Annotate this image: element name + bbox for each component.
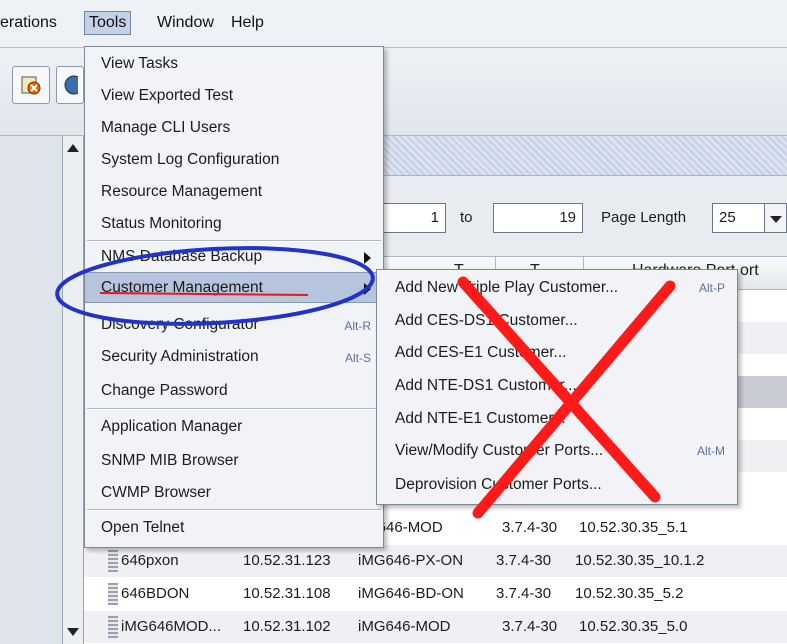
- menu-item-label: SNMP MIB Browser: [101, 452, 239, 469]
- menu-item-label: Add NTE-DS1 Customer...: [395, 377, 577, 394]
- menu-item-discovery-configurator[interactable]: Discovery Configurator Alt-R: [85, 310, 383, 341]
- page-to-field[interactable]: 19: [493, 203, 583, 233]
- menu-item-label: Add CES-DS1 Customer...: [395, 312, 578, 329]
- menu-item-label: Add New Triple Play Customer...: [395, 279, 619, 296]
- menu-item-resource-management[interactable]: Resource Management: [85, 177, 383, 208]
- cell-ip: 10.52.31.123: [243, 552, 331, 569]
- menu-item-nms-database-backup[interactable]: NMS Database Backup: [85, 242, 383, 273]
- menu-item-label: Add NTE-E1 Customer...: [395, 410, 566, 427]
- menu-item-label: Status Monitoring: [101, 215, 222, 232]
- menu-window[interactable]: Window: [157, 14, 214, 32]
- menu-item-view-modify-customer-ports[interactable]: View/Modify Customer Ports... Alt-M: [377, 435, 737, 468]
- cell-ip: 10.52.31.108: [243, 585, 331, 602]
- cell-port: 10.52.30.35_5.2: [575, 585, 684, 602]
- cell-type: iMG646-PX-ON: [358, 552, 464, 569]
- tools-menu: View Tasks View Exported Test Manage CLI…: [84, 46, 384, 548]
- page-length-label: Page Length: [601, 209, 687, 226]
- cell-version: 3.7.4-30: [496, 552, 552, 569]
- menu-item-label: Open Telnet: [101, 519, 185, 536]
- cell-name: 646pxon: [121, 552, 179, 569]
- menu-item-snmp-mib-browser[interactable]: SNMP MIB Browser: [85, 446, 383, 477]
- menu-item-label: Deprovision Customer Ports...: [395, 476, 602, 493]
- menu-operations[interactable]: erations: [0, 14, 57, 32]
- cell-port: 10.52.30.35_5.1: [579, 519, 688, 536]
- menu-item-security-administration[interactable]: Security Administration Alt-S: [85, 342, 383, 373]
- menu-item-label: Customer Management: [101, 279, 263, 296]
- column-header-port-suffix[interactable]: ort: [740, 262, 759, 280]
- menu-item-label: Change Password: [101, 382, 228, 399]
- cell-port: 10.52.30.35_10.1.2: [575, 552, 705, 569]
- cell-version: 3.7.4-30: [502, 618, 558, 635]
- submenu-arrow-icon: [364, 283, 371, 295]
- shortcut-label: Alt-R: [344, 319, 371, 333]
- chevron-down-icon[interactable]: [765, 203, 787, 233]
- menu-item-label: View Exported Test: [101, 87, 234, 104]
- menu-separator: [87, 509, 381, 511]
- submenu-arrow-icon: [364, 252, 371, 264]
- menu-item-add-triple-play-customer[interactable]: Add New Triple Play Customer... Alt-P: [377, 272, 737, 305]
- scroll-up-icon[interactable]: [67, 144, 79, 152]
- menu-item-cwmp-browser[interactable]: CWMP Browser: [85, 478, 383, 509]
- tree-scrollbar[interactable]: [62, 136, 84, 644]
- menu-item-view-exported-test[interactable]: View Exported Test: [85, 81, 383, 112]
- menu-bar: erations Tools Window Help: [0, 0, 787, 48]
- menu-item-manage-cli-users[interactable]: Manage CLI Users: [85, 113, 383, 144]
- menu-item-view-tasks[interactable]: View Tasks: [85, 49, 383, 80]
- menu-item-label: Application Manager: [101, 418, 243, 435]
- cell-port: 10.52.30.35_5.0: [579, 618, 688, 635]
- menu-item-status-monitoring[interactable]: Status Monitoring: [85, 209, 383, 240]
- cell-version: 3.7.4-30: [502, 519, 558, 536]
- page-length-select[interactable]: 25: [712, 203, 765, 233]
- menu-item-label: View/Modify Customer Ports...: [395, 442, 604, 459]
- menu-item-deprovision-customer-ports[interactable]: Deprovision Customer Ports...: [377, 469, 737, 502]
- globe-icon[interactable]: [56, 66, 84, 104]
- row-grip-icon: [108, 583, 118, 605]
- menu-item-open-telnet[interactable]: Open Telnet: [85, 513, 383, 544]
- task-icon[interactable]: [12, 66, 50, 104]
- menu-item-add-ces-e1-customer[interactable]: Add CES-E1 Customer...: [377, 337, 737, 370]
- shortcut-label: Alt-M: [697, 444, 725, 458]
- cell-name: 646BDON: [121, 585, 190, 602]
- page-to-label: to: [460, 209, 473, 226]
- row-grip-icon: [108, 616, 118, 638]
- menu-item-add-nte-e1-customer[interactable]: Add NTE-E1 Customer...: [377, 403, 737, 436]
- menu-item-add-ces-ds1-customer[interactable]: Add CES-DS1 Customer...: [377, 305, 737, 338]
- menu-separator: [87, 408, 381, 410]
- menu-item-add-nte-ds1-customer[interactable]: Add NTE-DS1 Customer...: [377, 370, 737, 403]
- row-grip-icon: [108, 550, 118, 572]
- cell-type: iMG646-BD-ON: [358, 585, 464, 602]
- menu-item-application-manager[interactable]: Application Manager: [85, 412, 383, 443]
- menu-item-label: Discovery Configurator: [101, 316, 259, 333]
- shortcut-label: Alt-S: [344, 351, 371, 365]
- cell-name: iMG646MOD...: [121, 618, 222, 635]
- menu-item-label: NMS Database Backup: [101, 248, 263, 265]
- menu-item-label: View Tasks: [101, 55, 178, 72]
- cell-version: 3.7.4-30: [496, 585, 552, 602]
- cell-ip: 10.52.31.102: [243, 618, 331, 635]
- menu-item-system-log-configuration[interactable]: System Log Configuration: [85, 145, 383, 176]
- menu-item-label: Security Administration: [101, 348, 259, 365]
- menu-item-label: Manage CLI Users: [101, 119, 231, 136]
- menu-item-label: System Log Configuration: [101, 151, 280, 168]
- menu-item-label: Add CES-E1 Customer...: [395, 344, 567, 361]
- customer-management-submenu: Add New Triple Play Customer... Alt-P Add…: [376, 269, 738, 505]
- menu-item-label: Resource Management: [101, 183, 263, 200]
- menu-item-change-password[interactable]: Change Password: [85, 376, 383, 407]
- scroll-down-icon[interactable]: [67, 628, 79, 636]
- page-from-field[interactable]: 1: [380, 203, 446, 233]
- cell-type: iMG646-MOD: [358, 618, 451, 635]
- menu-item-customer-management[interactable]: Customer Management: [85, 272, 383, 303]
- menu-help[interactable]: Help: [231, 14, 264, 32]
- menu-item-label: CWMP Browser: [101, 484, 211, 501]
- shortcut-label: Alt-P: [698, 281, 725, 295]
- menu-tools[interactable]: Tools: [84, 11, 132, 35]
